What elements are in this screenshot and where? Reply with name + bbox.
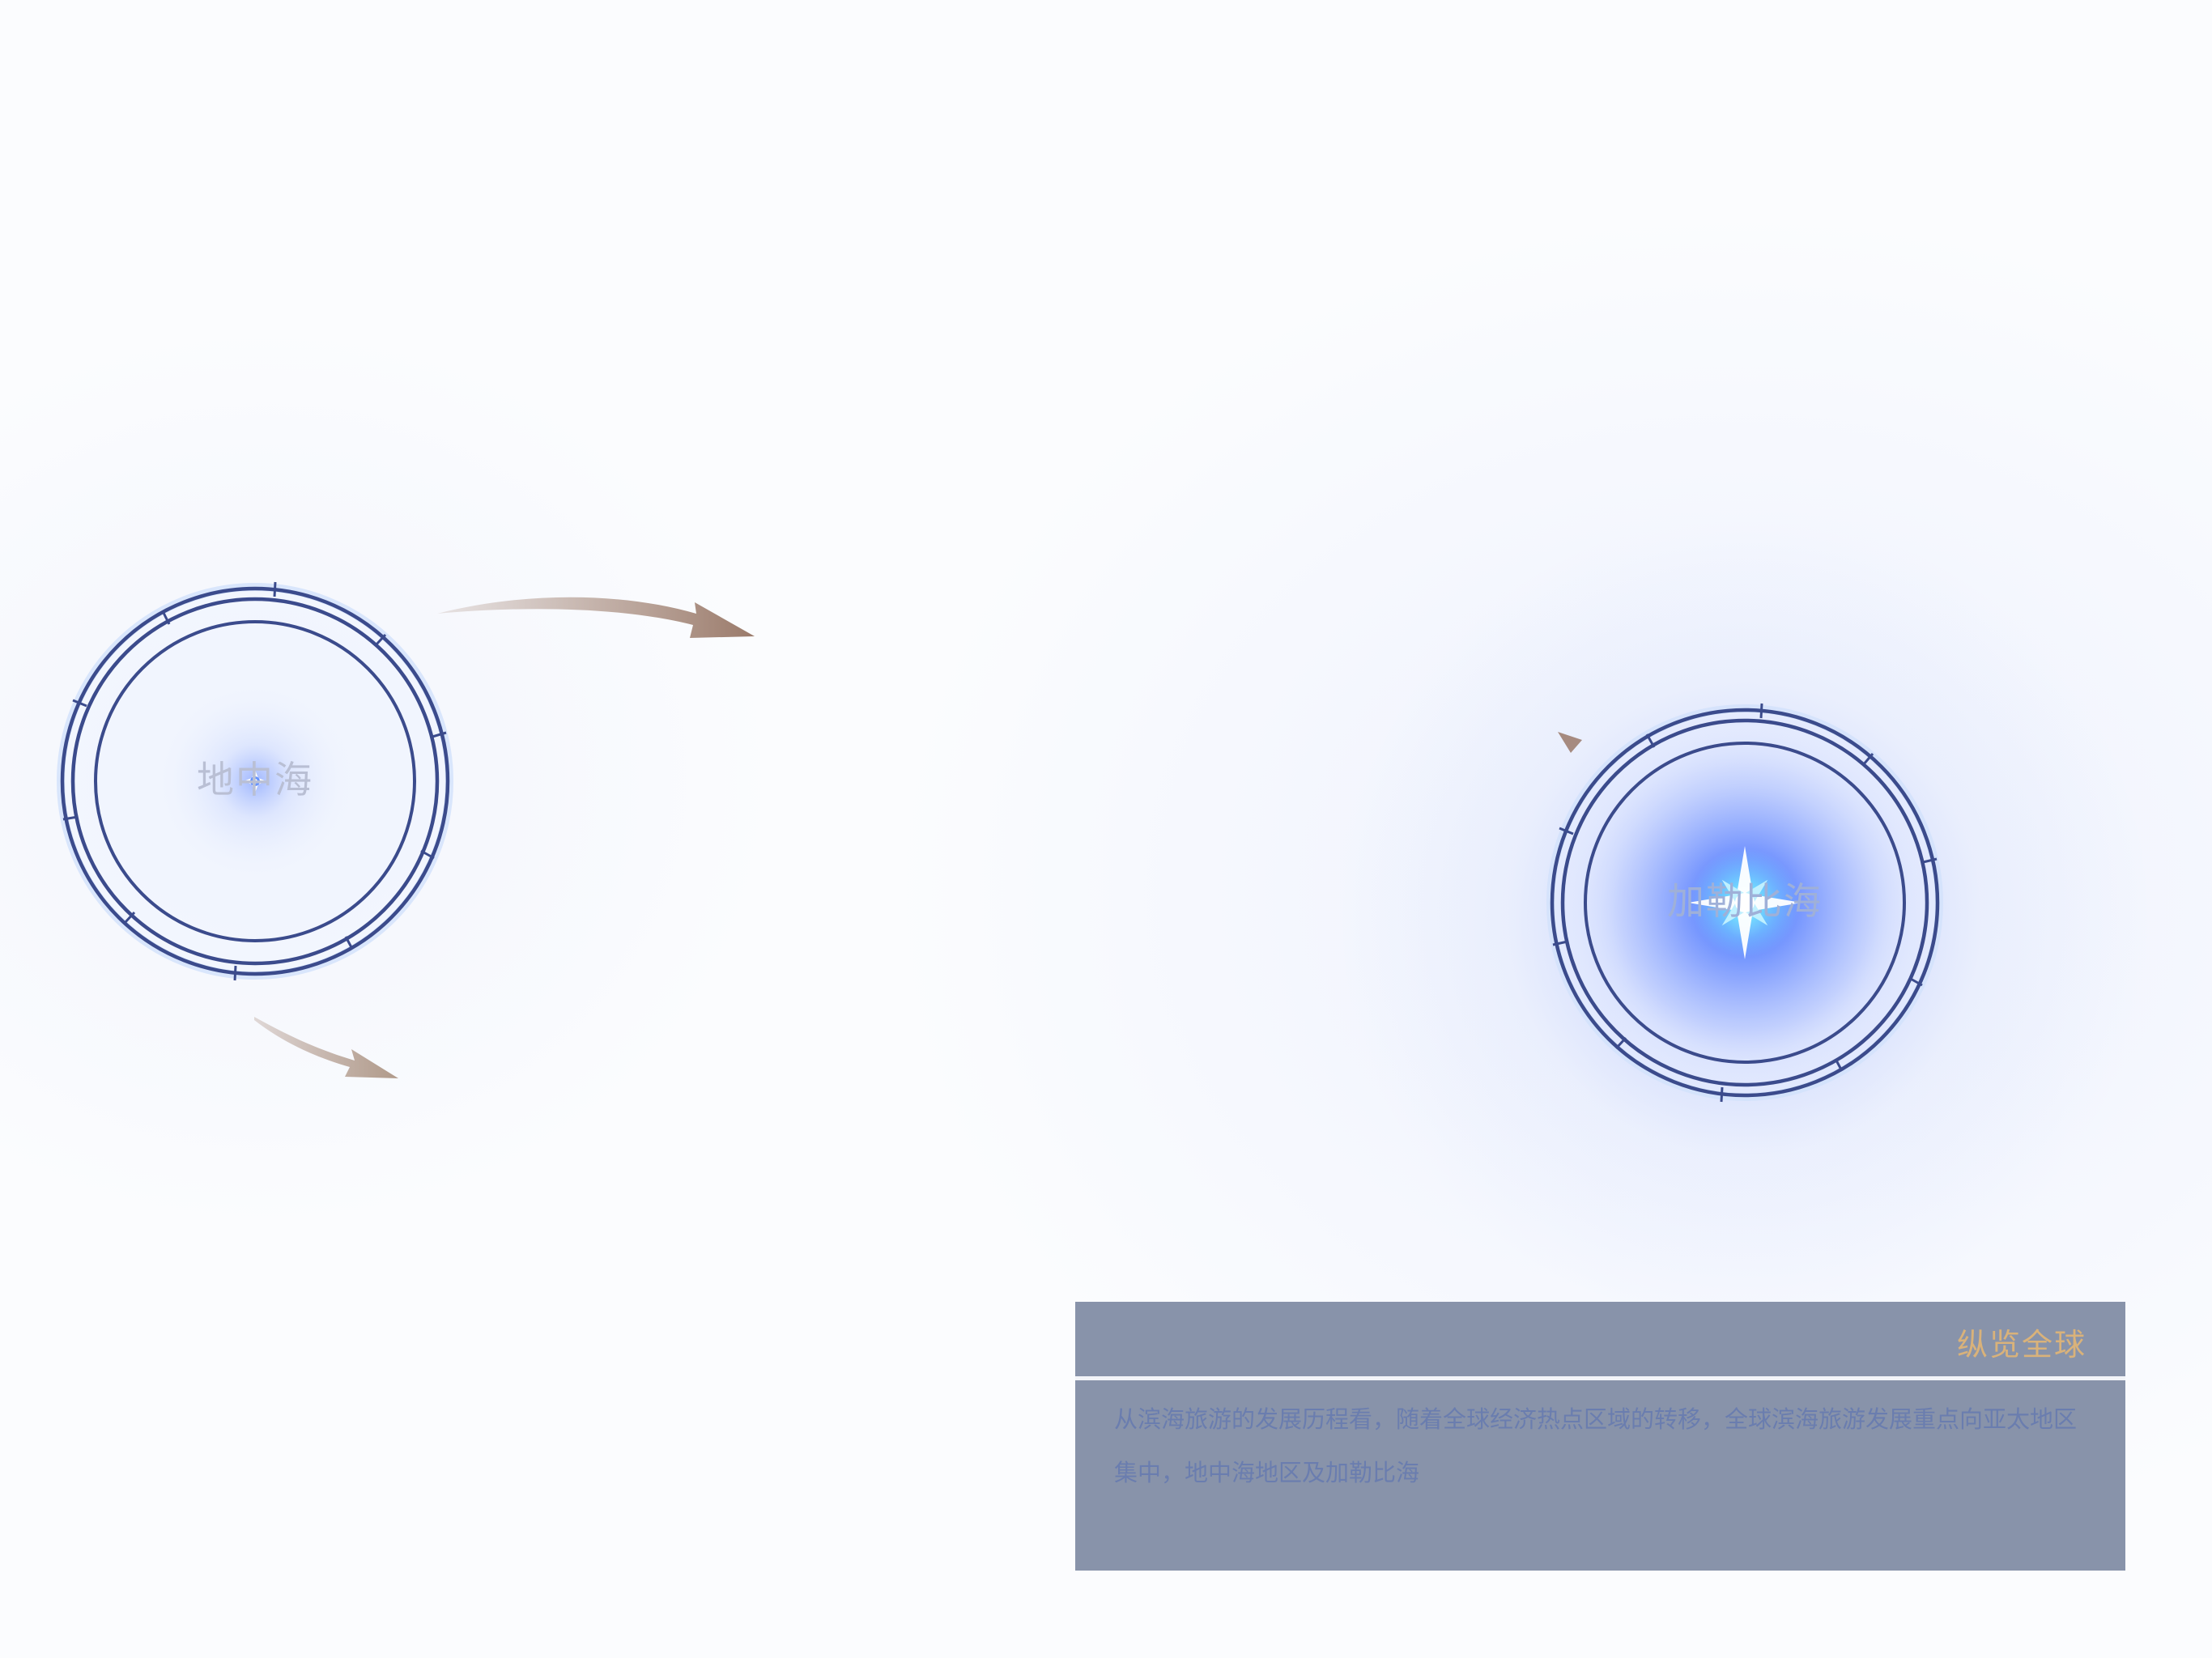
panel-header: 纵览全球 <box>1075 1302 2125 1376</box>
panel-title: 纵览全球 <box>1956 1327 2087 1363</box>
region-node-caribbean[interactable]: 加勒比海 <box>1538 700 1951 1105</box>
region-label: 地中海 <box>197 758 313 801</box>
info-panel: 纵览全球 从滨海旅游的发展历程看，随着全球经济热点区域的转移，全球滨海旅游发展重… <box>1075 1302 2125 1571</box>
region-node-mediterranean[interactable]: 地中海 <box>49 579 462 984</box>
panel-body: 从滨海旅游的发展历程看，随着全球经济热点区域的转移，全球滨海旅游发展重点向亚太地… <box>1114 1405 2078 1486</box>
panel-divider <box>1075 1376 2125 1380</box>
arrow-icon <box>254 1017 398 1078</box>
region-label: 加勒比海 <box>1667 879 1823 923</box>
arrow-icon <box>437 597 755 638</box>
